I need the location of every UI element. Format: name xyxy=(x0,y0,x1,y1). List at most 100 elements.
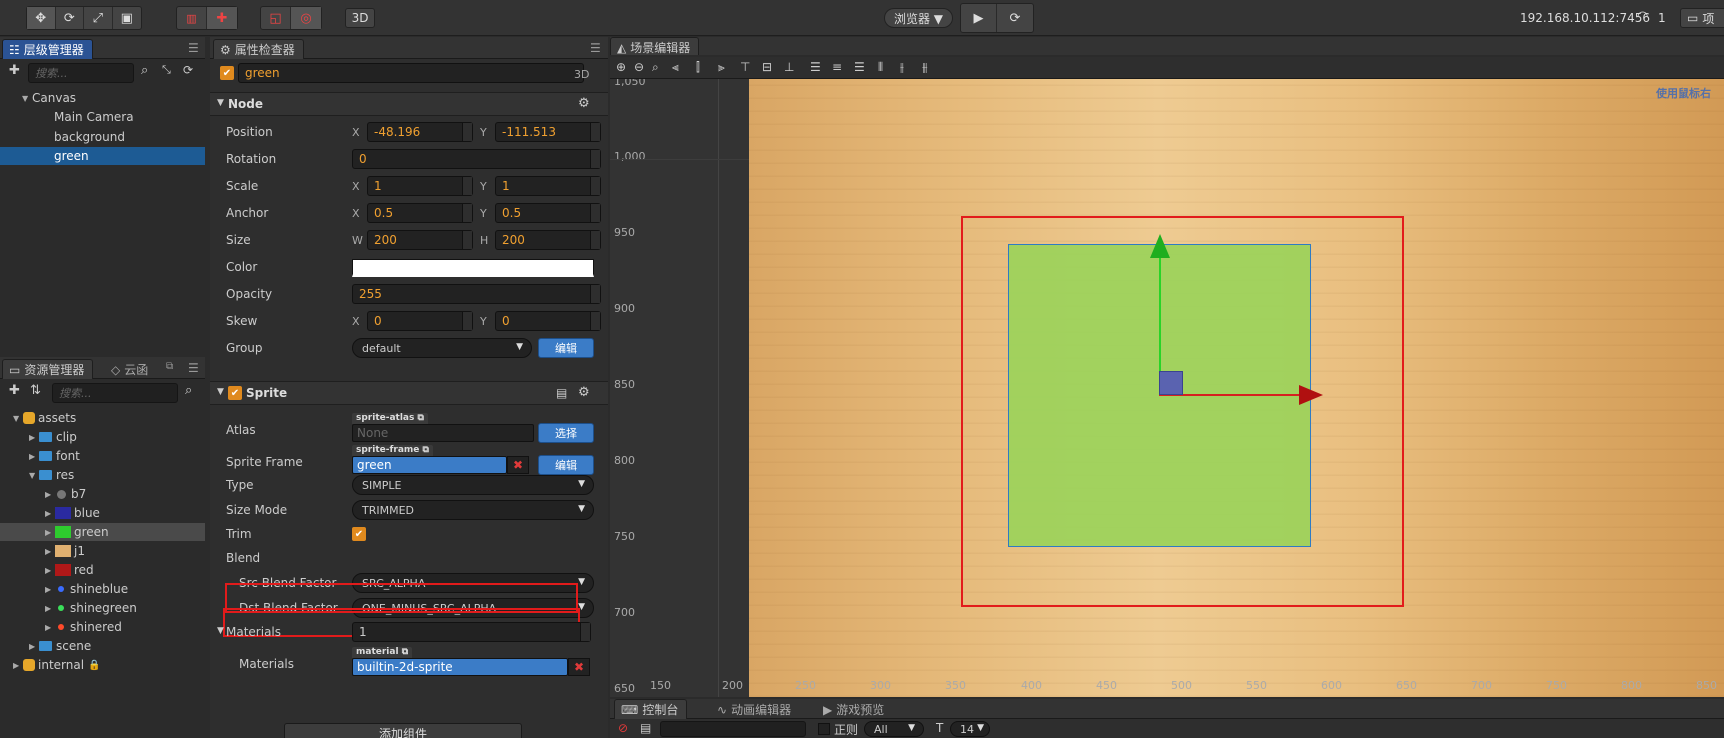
distribute-center-icon[interactable]: ⫲ xyxy=(900,60,904,75)
tab-hierarchy[interactable]: ☷ 层级管理器 xyxy=(2,39,93,59)
expand-arrow-icon[interactable]: ▶ xyxy=(45,490,55,499)
expand-arrow-icon[interactable]: ▼ xyxy=(29,471,39,480)
y-arrow-icon[interactable] xyxy=(1150,234,1170,258)
expand-arrow-icon[interactable]: ▶ xyxy=(45,547,55,556)
clear-console-icon[interactable]: ⊘ xyxy=(618,721,628,735)
opacity-input[interactable]: 255 xyxy=(352,284,601,304)
play-icon[interactable]: ▶ xyxy=(961,4,997,32)
asset-item-clip[interactable]: ▶ clip xyxy=(0,428,205,446)
popout-icon[interactable]: ⧉ xyxy=(166,361,173,372)
distribute-left-icon[interactable]: ⫴ xyxy=(878,60,883,75)
size-h-input[interactable]: 200 xyxy=(495,230,601,250)
tab-cloud[interactable]: ◇ 云函 xyxy=(104,359,157,379)
font-size-select[interactable]: 14 ▼ xyxy=(950,721,990,737)
tab-game-preview[interactable]: ▶ 游戏预览 xyxy=(816,699,893,719)
expand-arrow-icon[interactable]: ▶ xyxy=(45,509,55,518)
group-edit-button[interactable]: 编辑 xyxy=(538,338,594,358)
refresh-icon[interactable]: ⟳ xyxy=(183,63,193,77)
asset-item-shinered[interactable]: ▶ shinered xyxy=(0,618,205,636)
position-y-input[interactable]: -111.513 xyxy=(495,122,601,142)
asset-item-scene[interactable]: ▶ scene xyxy=(0,637,205,655)
open-log-icon[interactable]: ▤ xyxy=(640,721,651,735)
align-left-icon[interactable]: ⫷ xyxy=(672,60,679,75)
asset-item-j1[interactable]: ▶ j1 xyxy=(0,542,205,560)
collapse-arrow-icon[interactable]: ▼ xyxy=(217,98,224,108)
link-icon[interactable]: ⧉ xyxy=(423,445,429,455)
xy-handle-icon[interactable] xyxy=(1159,371,1183,395)
spinner-icon[interactable] xyxy=(462,312,472,330)
node-section-header[interactable]: ▼ Node ⚙ xyxy=(210,92,608,116)
distribute-top-icon[interactable]: ☰ xyxy=(810,60,821,74)
move-tool-icon[interactable]: ✥ xyxy=(27,7,56,29)
x-arrow-icon[interactable] xyxy=(1299,385,1323,405)
zoom-in-icon[interactable]: ⊕ xyxy=(616,60,626,74)
skew-y-input[interactable]: 0 xyxy=(495,311,601,331)
expand-arrow-icon[interactable]: ▶ xyxy=(13,661,23,670)
spinner-icon[interactable] xyxy=(580,623,590,641)
project-button[interactable]: ▭ 项 xyxy=(1680,8,1724,28)
distribute-middle-icon[interactable]: ≡ xyxy=(832,60,842,74)
expand-arrow-icon[interactable]: ▼ xyxy=(13,414,23,423)
size-w-input[interactable]: 200 xyxy=(367,230,473,250)
tab-assets[interactable]: ▭ 资源管理器 xyxy=(2,359,94,379)
asset-item-green[interactable]: ▶ green xyxy=(0,523,205,541)
spinner-icon[interactable] xyxy=(590,150,600,168)
collapse-arrow-icon[interactable]: ▼ xyxy=(217,626,224,636)
tree-node-green[interactable]: green xyxy=(0,147,205,165)
atlas-select-button[interactable]: 选择 xyxy=(538,423,594,443)
expand-arrow-icon[interactable]: ▼ xyxy=(22,94,32,103)
tree-node-canvas[interactable]: ▼ Canvas xyxy=(0,89,205,107)
align-bottom-icon[interactable]: ⊥ xyxy=(784,60,794,74)
zoom-out-icon[interactable]: ⊖ xyxy=(634,60,644,74)
asset-item-shinegreen[interactable]: ▶ shinegreen xyxy=(0,599,205,617)
spinner-icon[interactable] xyxy=(590,204,600,222)
position-x-input[interactable]: -48.196 xyxy=(367,122,473,142)
log-level-select[interactable]: All ▼ xyxy=(864,721,924,737)
distribute-bottom-icon[interactable]: ☰ xyxy=(854,60,865,74)
mode-3d-button[interactable]: 3D xyxy=(345,8,375,28)
rotate-tool-icon[interactable]: ⟳ xyxy=(56,7,85,29)
asset-item-internal[interactable]: ▶ internal 🔒 xyxy=(0,656,205,674)
add-icon[interactable]: ✚ xyxy=(9,63,20,78)
book-icon[interactable]: ▤ xyxy=(556,386,567,400)
panel-menu-icon[interactable]: ☰ xyxy=(188,361,199,375)
locate-icon[interactable]: ⤡ xyxy=(162,63,171,77)
trim-checkbox[interactable]: ✔ xyxy=(352,527,366,541)
size-mode-select[interactable]: TRIMMED ▼ xyxy=(352,500,594,520)
scale-y-input[interactable]: 1 xyxy=(495,176,601,196)
spinner-icon[interactable] xyxy=(462,204,472,222)
skew-x-input[interactable]: 0 xyxy=(367,311,473,331)
asset-item-b7[interactable]: ▶ b7 xyxy=(0,485,205,503)
expand-arrow-icon[interactable]: ▶ xyxy=(45,566,55,575)
asset-item-font[interactable]: ▶ font xyxy=(0,447,205,465)
search-icon[interactable]: ⌕ xyxy=(185,383,192,398)
link-icon[interactable]: ⧉ xyxy=(418,413,424,423)
expand-arrow-icon[interactable]: ▶ xyxy=(45,604,55,613)
align-right-icon[interactable]: ⫸ xyxy=(718,60,725,75)
asset-item-shineblue[interactable]: ▶ shineblue xyxy=(0,580,205,598)
node-active-checkbox[interactable]: ✔ xyxy=(220,66,234,80)
clear-x-icon[interactable]: ✖ xyxy=(507,456,529,474)
refresh-icon[interactable]: ⟳ xyxy=(997,4,1033,32)
search-icon[interactable]: ⌕ xyxy=(141,63,148,78)
tab-scene[interactable]: ◭ 场景编辑器 xyxy=(610,37,700,55)
regex-checkbox[interactable] xyxy=(818,723,830,735)
anchor-x-input[interactable]: 0.5 xyxy=(367,203,473,223)
scale-x-input[interactable]: 1 xyxy=(367,176,473,196)
collapse-arrow-icon[interactable]: ▼ xyxy=(217,387,224,397)
panel-menu-icon[interactable]: ☰ xyxy=(590,41,601,55)
spinner-icon[interactable] xyxy=(590,312,600,330)
spinner-icon[interactable] xyxy=(462,177,472,195)
tab-animation[interactable]: ∿ 动画编辑器 xyxy=(710,699,800,719)
scale-tool-icon[interactable]: ⤢ xyxy=(84,7,113,29)
clear-x-icon[interactable]: ✖ xyxy=(568,658,590,676)
align-hcenter-icon[interactable]: ⫿ xyxy=(696,60,700,75)
rotation-input[interactable]: 0 xyxy=(352,149,601,169)
local-space-icon[interactable]: ◱ xyxy=(261,7,291,29)
expand-arrow-icon[interactable]: ▶ xyxy=(45,528,55,537)
asset-item-red[interactable]: ▶ red xyxy=(0,561,205,579)
browser-dropdown[interactable]: 浏览器 ▼ xyxy=(884,8,953,28)
add-component-button[interactable]: 添加组件 xyxy=(284,723,522,738)
color-swatch[interactable] xyxy=(352,259,594,277)
center-icon[interactable]: ✚ xyxy=(207,7,237,29)
